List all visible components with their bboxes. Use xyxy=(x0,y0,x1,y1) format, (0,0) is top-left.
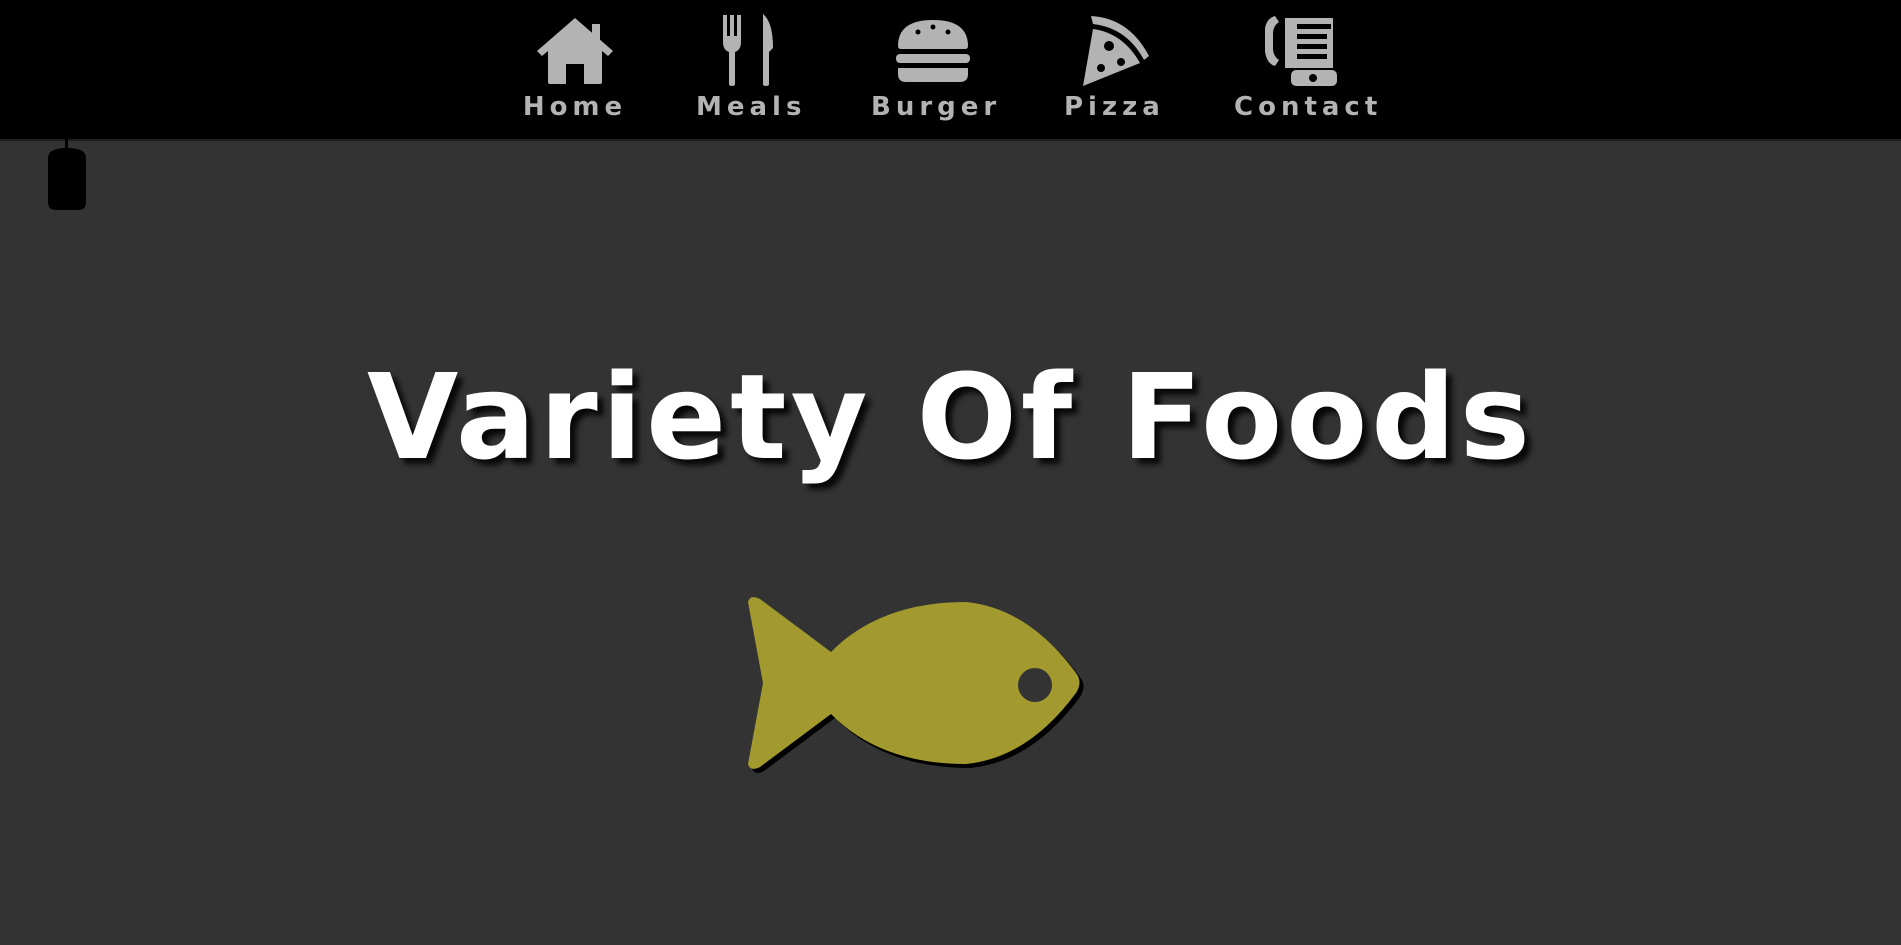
phone-fax-icon xyxy=(1257,12,1347,88)
nav-item-contact[interactable]: Contact xyxy=(1234,12,1383,124)
nav-item-burger[interactable]: Burger xyxy=(871,12,1002,124)
mouse-icon[interactable] xyxy=(44,136,90,214)
nav-item-pizza[interactable]: Pizza xyxy=(1064,12,1164,124)
fish-icon xyxy=(745,572,1155,804)
burger-icon xyxy=(888,12,978,88)
nav-item-meals[interactable]: Meals xyxy=(696,12,807,124)
main-nav: Home Meals Burger Pizza Contact xyxy=(0,0,1901,141)
utensils-icon xyxy=(703,12,793,88)
pizza-slice-icon xyxy=(1069,12,1159,88)
nav-label-home: Home xyxy=(522,92,628,122)
home-icon xyxy=(530,12,620,88)
nav-label-contact: Contact xyxy=(1234,92,1383,122)
nav-label-meals: Meals xyxy=(696,92,807,122)
nav-item-home[interactable]: Home xyxy=(522,12,628,124)
page-title: Variety Of Foods xyxy=(367,348,1534,487)
nav-label-pizza: Pizza xyxy=(1064,92,1165,122)
nav-label-burger: Burger xyxy=(871,92,1002,122)
